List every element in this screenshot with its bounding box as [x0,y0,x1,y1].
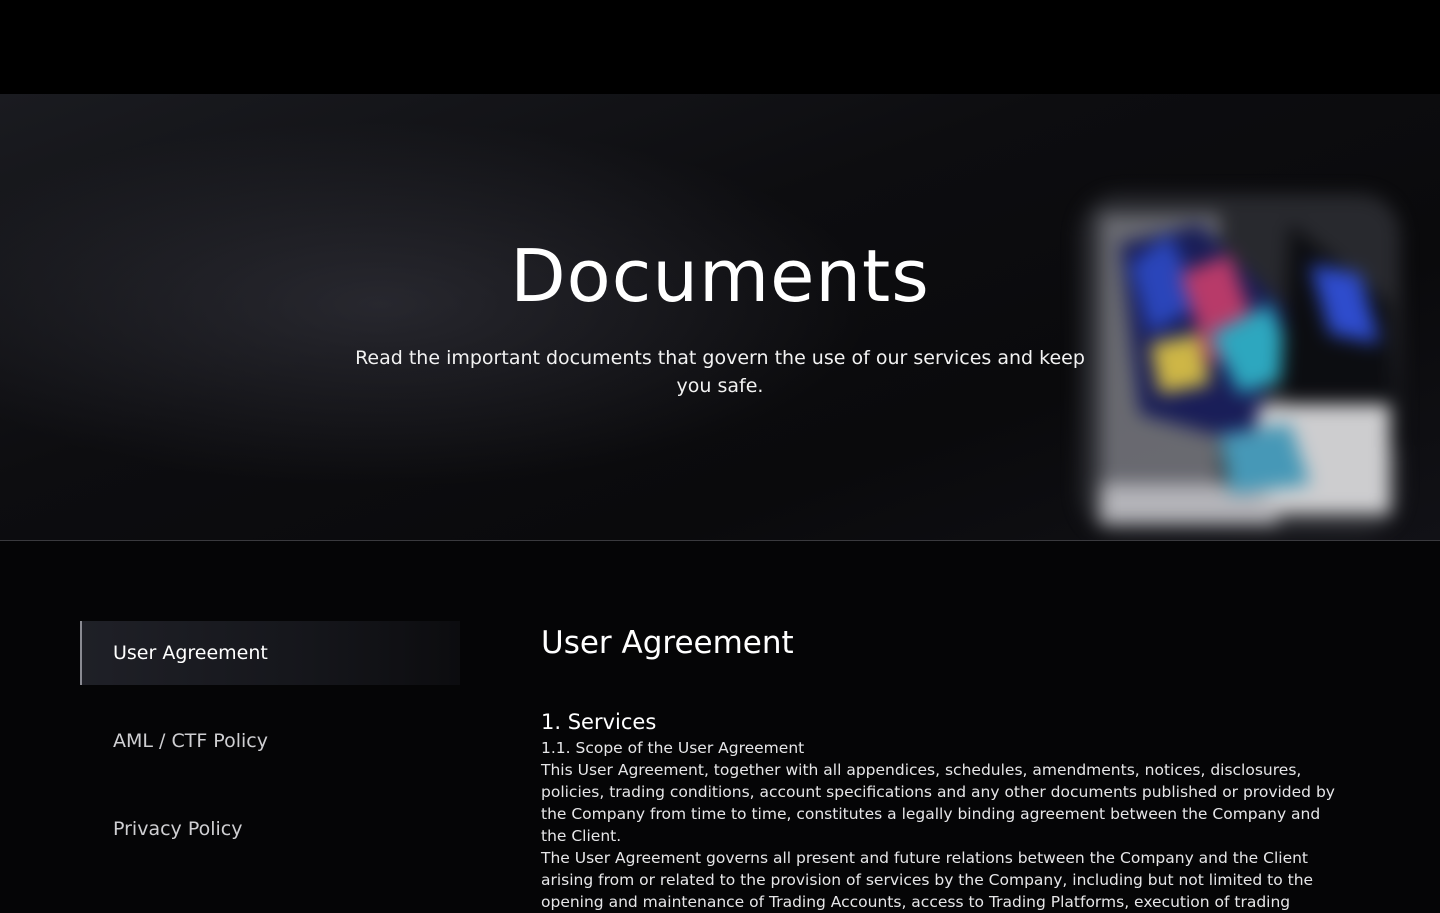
subsection-heading: 1.1. Scope of the User Agreement [541,739,805,757]
documents-sidebar: User Agreement AML / CTF Policy Privacy … [80,621,460,885]
document-title: User Agreement [541,625,794,661]
sidebar-item-user-agreement[interactable]: User Agreement [80,621,460,685]
document-paragraph: The User Agreement governs all present a… [541,849,1314,911]
hero-banner: Documents Read the important documents t… [0,94,1440,541]
sidebar-item-aml-ctf-policy[interactable]: AML / CTF Policy [80,709,460,773]
sidebar-item-privacy-policy[interactable]: Privacy Policy [80,797,460,861]
page-subtitle: Read the important documents that govern… [355,347,1085,397]
section-heading: 1. Services [541,710,657,734]
page-title: Documents [510,234,930,318]
document-paragraph: This User Agreement, together with all a… [541,761,1335,845]
top-navigation-bar [0,0,1440,94]
document-content: User Agreement 1. Services 1.1. Scope of… [541,621,1341,913]
